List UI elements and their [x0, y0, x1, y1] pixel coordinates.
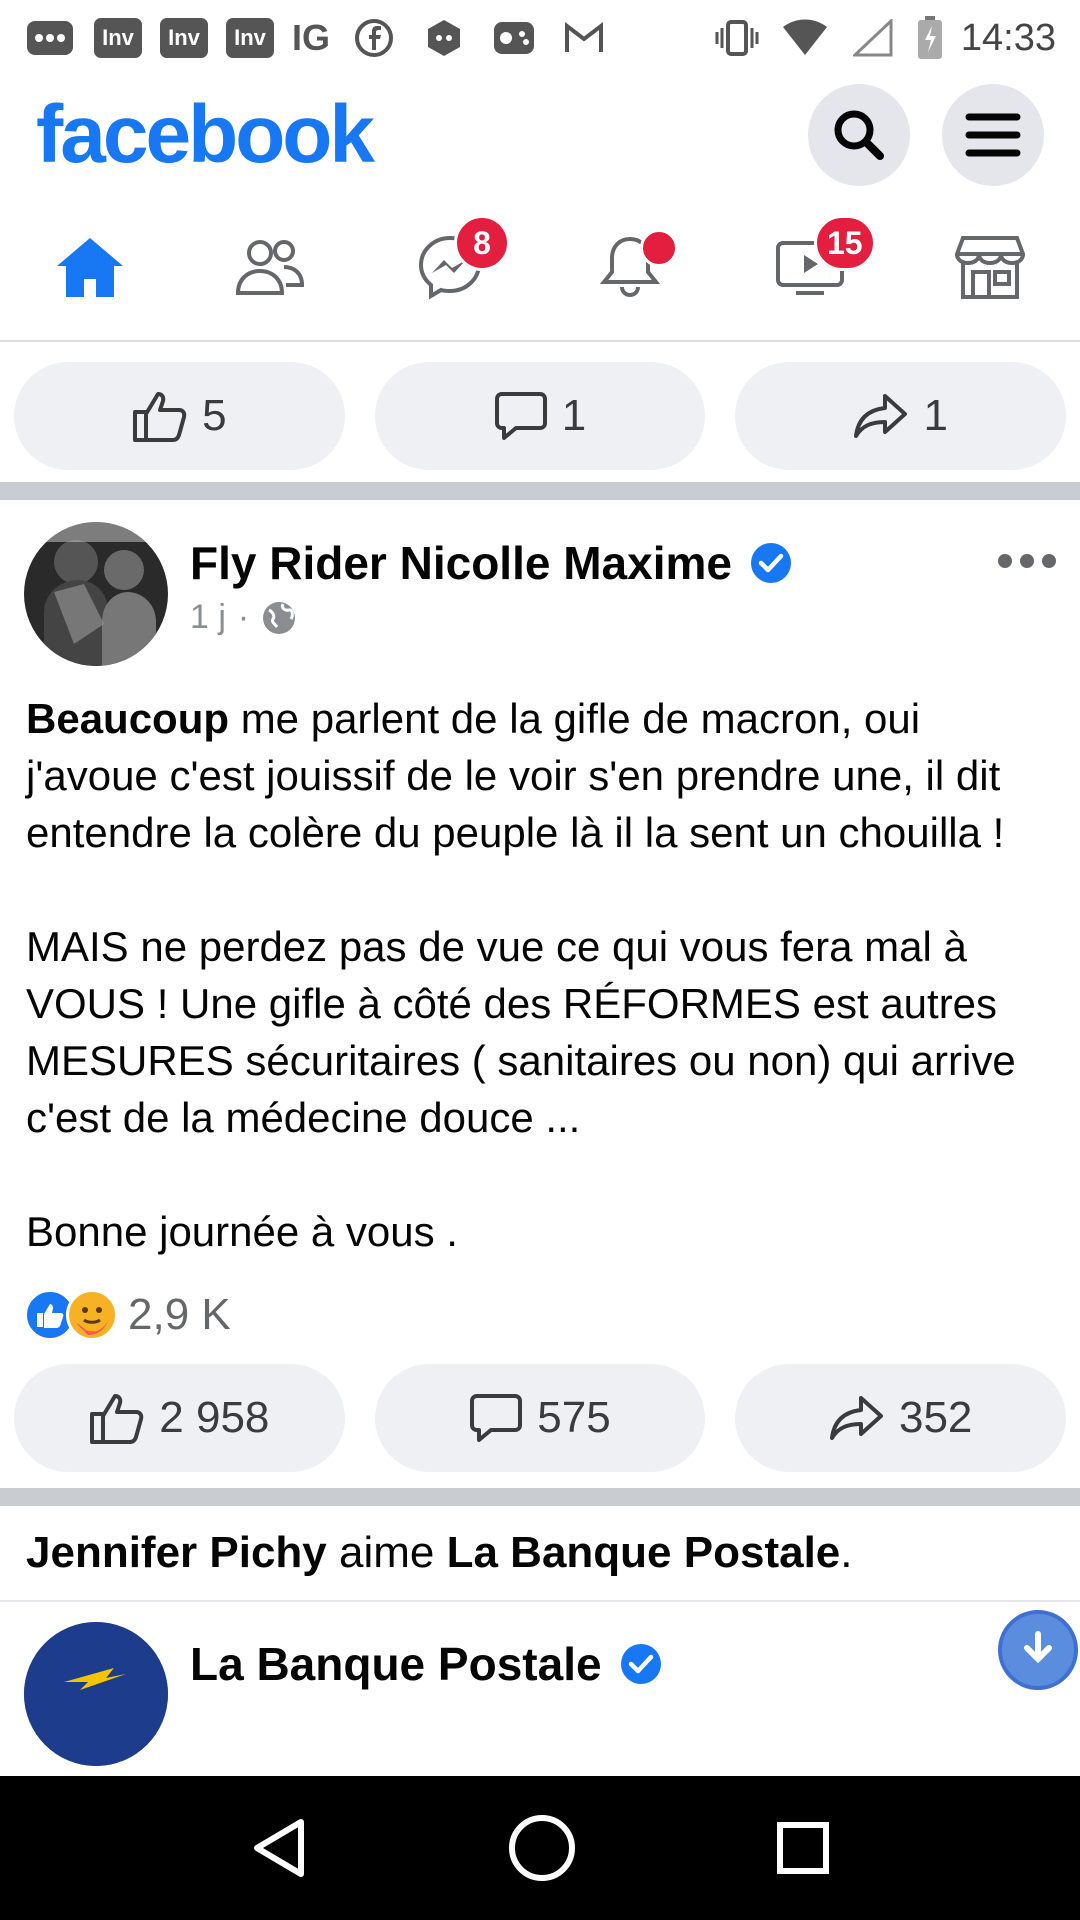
post-paragraph: MAIS ne perdez pas de vue ce qui vous fe… — [26, 923, 1016, 1141]
clock: 14:33 — [960, 16, 1056, 59]
activity-verb: aime — [326, 1528, 447, 1577]
activity-page[interactable]: La Banque Postale — [447, 1528, 841, 1577]
author-avatar[interactable] — [24, 522, 168, 666]
share-arrow-icon — [854, 394, 908, 438]
verified-badge-icon — [620, 1644, 661, 1684]
post-actions: 2 958 575 352 — [0, 1364, 1080, 1472]
reaction-count: 2,9 K — [128, 1290, 231, 1339]
post-author-name[interactable]: Fly Rider Nicolle Maxime — [190, 536, 732, 590]
like-count: 5 — [202, 391, 227, 440]
gmail-notification-icon — [558, 18, 610, 58]
discord-notification-icon — [418, 18, 470, 58]
watch-badge: 15 — [814, 215, 876, 271]
app-header: facebook — [0, 76, 1080, 194]
post-paragraph: Beaucoup me parlent de la gifle de macro… — [26, 690, 1054, 861]
share-arrow-icon — [829, 1396, 883, 1440]
comment-bubble-icon — [470, 1394, 523, 1442]
post-options-button[interactable] — [998, 554, 1056, 568]
tab-messenger[interactable]: 8 — [390, 207, 510, 327]
back-triangle-icon[interactable] — [249, 1816, 309, 1880]
post-paragraph: Bonne journée à vous . — [26, 1208, 458, 1255]
activity-end: . — [840, 1528, 853, 1577]
status-bar: Inv Inv Inv IG 14:33 — [0, 0, 1080, 76]
battery-icon — [915, 16, 945, 59]
page-avatar[interactable] — [24, 1622, 168, 1766]
wifi-icon — [779, 18, 831, 58]
home-icon — [57, 238, 123, 297]
system-navigation-bar — [0, 1776, 1080, 1920]
tab-home[interactable] — [30, 207, 150, 327]
activity-person[interactable]: Jennifer Pichy — [26, 1528, 327, 1577]
search-button[interactable] — [808, 84, 910, 186]
share-count: 352 — [898, 1393, 973, 1442]
thumbs-up-icon — [133, 392, 187, 442]
comment-count: 575 — [537, 1393, 611, 1442]
post-bold-word: Beaucoup — [26, 695, 230, 742]
share-button[interactable]: 352 — [735, 1364, 1067, 1472]
tab-notifications[interactable] — [570, 207, 690, 327]
thumbs-up-icon — [90, 1394, 144, 1444]
facebook-logo[interactable]: facebook — [36, 88, 375, 182]
tab-marketplace[interactable] — [930, 207, 1050, 327]
hamburger-menu-icon — [965, 113, 1021, 157]
public-globe-icon — [263, 601, 296, 634]
facebook-notification-icon — [348, 18, 400, 58]
share-count: 1 — [923, 391, 948, 440]
like-count: 2 958 — [159, 1393, 270, 1442]
friend-activity-line: Jennifer Pichy aime La Banque Postale. — [0, 1506, 1080, 1602]
like-button[interactable]: 2 958 — [14, 1364, 345, 1472]
main-tab-bar: 8 15 — [0, 194, 1080, 342]
recents-square-icon[interactable] — [775, 1820, 831, 1876]
search-icon — [834, 110, 884, 160]
gamepad-notification-icon — [488, 18, 540, 58]
feed-separator — [0, 1488, 1080, 1506]
notification-app-icon: Inv — [160, 18, 208, 58]
messenger-badge: 8 — [454, 215, 510, 271]
ig-notification-label: IG — [292, 17, 331, 58]
share-button[interactable]: 1 — [735, 362, 1067, 470]
notification-app-icon: Inv — [226, 18, 274, 58]
tab-friends[interactable] — [210, 207, 330, 327]
cell-signal-icon — [847, 18, 899, 58]
meta-separator: · — [237, 598, 250, 636]
post-timestamp[interactable]: 1 j — [190, 598, 226, 637]
comment-button[interactable]: 1 — [374, 362, 706, 470]
friends-icon — [235, 240, 305, 295]
post-text: Beaucoup me parlent de la gifle de macro… — [0, 666, 1080, 1260]
feed-separator — [0, 482, 1080, 500]
care-reaction-icon — [66, 1289, 118, 1341]
post-header: Fly Rider Nicolle Maxime 1 j · — [0, 500, 1080, 666]
previous-post-actions: 5 1 1 — [0, 362, 1080, 470]
tab-watch[interactable]: 15 — [750, 207, 876, 327]
download-floating-button[interactable] — [998, 1610, 1078, 1690]
comment-bubble-icon — [494, 392, 547, 440]
vibrate-icon — [711, 18, 763, 58]
reaction-summary[interactable]: 2,9 K — [0, 1260, 1080, 1350]
post-header: La Banque Postale — [0, 1602, 1080, 1766]
notifications-dot — [640, 229, 678, 267]
home-circle-icon[interactable] — [507, 1813, 577, 1883]
comment-count: 1 — [561, 391, 587, 440]
more-notifications-icon — [24, 18, 76, 58]
post-author-name[interactable]: La Banque Postale — [190, 1637, 602, 1691]
download-arrow-icon — [1024, 1631, 1052, 1664]
verified-badge-icon — [750, 543, 791, 583]
marketplace-store-icon — [955, 236, 1025, 299]
like-button[interactable]: 5 — [14, 362, 345, 470]
comment-button[interactable]: 575 — [374, 1364, 706, 1472]
menu-button[interactable] — [942, 84, 1044, 186]
notification-app-icon: Inv — [94, 18, 142, 58]
